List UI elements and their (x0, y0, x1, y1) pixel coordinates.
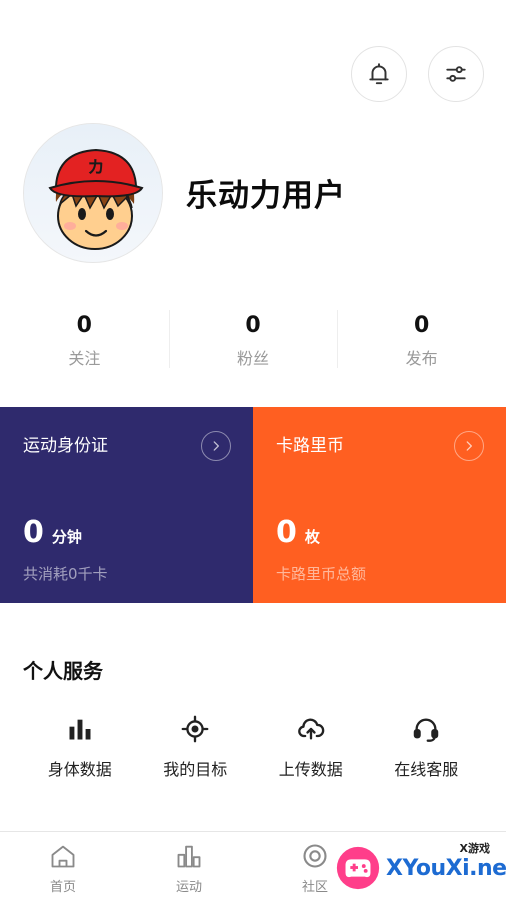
stat-label: 发布 (405, 349, 438, 368)
watermark: X游戏 XYouXi.net (332, 838, 506, 894)
services-title: 个人服务 (23, 659, 103, 683)
stat-value: 0 (414, 313, 430, 338)
tab-sport[interactable]: 运动 (126, 832, 252, 900)
service-my-goal[interactable]: 我的目标 (138, 712, 254, 792)
card-title: 卡路里币 (276, 436, 344, 456)
settings-button[interactable] (428, 46, 484, 102)
card-value: 0 分钟 (23, 515, 82, 550)
bar-chart-icon (69, 719, 91, 740)
card-subtitle: 卡路里币总额 (276, 565, 367, 583)
stat-fans[interactable]: 0 粉丝 (168, 306, 338, 376)
service-body-data[interactable]: 身体数据 (22, 712, 138, 792)
service-online-support[interactable]: 在线客服 (369, 712, 485, 792)
tab-label: 运动 (175, 880, 202, 895)
home-icon (51, 845, 75, 868)
headset-icon (414, 718, 439, 742)
watermark-small-text: X游戏 (459, 842, 490, 855)
calorie-coin-card[interactable]: 卡路里币 0 枚 卡路里币总额 (253, 407, 506, 603)
gamepad-logo-icon (336, 846, 380, 890)
avatar[interactable]: カ (23, 123, 163, 263)
stat-posts[interactable]: 0 发布 (337, 306, 506, 376)
notifications-button[interactable] (351, 46, 407, 102)
services-grid: 身体数据 我的目标 上传数据 在线客服 (0, 712, 506, 792)
target-icon (181, 715, 209, 743)
card-unit: 分钟 (51, 528, 82, 546)
community-icon (303, 844, 327, 868)
profile-stats: 0 关注 0 粉丝 0 发布 (0, 306, 506, 376)
service-label: 上传数据 (278, 760, 343, 779)
summary-cards: 运动身份证 0 分钟 共消耗0千卡 卡路里币 0 枚 卡路里币总额 (0, 407, 506, 603)
service-upload-data[interactable]: 上传数据 (253, 712, 369, 792)
sport-id-card[interactable]: 运动身份证 0 分钟 共消耗0千卡 (0, 407, 253, 603)
stat-value: 0 (245, 313, 261, 338)
bell-icon (369, 63, 389, 85)
stat-value: 0 (76, 313, 92, 338)
chevron-right-icon[interactable] (201, 431, 231, 461)
service-label: 身体数据 (47, 760, 112, 779)
tab-home[interactable]: 首页 (0, 832, 126, 900)
stat-label: 关注 (68, 349, 101, 368)
card-number: 0 (23, 515, 44, 550)
sport-icon (177, 845, 201, 868)
card-subtitle: 共消耗0千卡 (23, 565, 108, 583)
card-value: 0 枚 (276, 515, 320, 550)
chevron-right-icon[interactable] (454, 431, 484, 461)
sliders-icon (446, 66, 466, 82)
card-number: 0 (276, 515, 297, 550)
stat-label: 粉丝 (237, 349, 270, 368)
service-label: 在线客服 (394, 760, 459, 779)
svg-text:カ: カ (88, 158, 105, 178)
card-title: 运动身份证 (23, 436, 108, 456)
tab-label: 首页 (49, 880, 76, 895)
card-unit: 枚 (304, 528, 320, 546)
service-label: 我的目标 (163, 760, 228, 779)
watermark-text: XYouXi.net (386, 856, 506, 881)
stat-following[interactable]: 0 关注 (0, 306, 169, 376)
cartoon-avatar-icon: カ (24, 124, 162, 262)
cloud-upload-icon (297, 718, 325, 740)
username: 乐动力用户 (186, 178, 346, 214)
